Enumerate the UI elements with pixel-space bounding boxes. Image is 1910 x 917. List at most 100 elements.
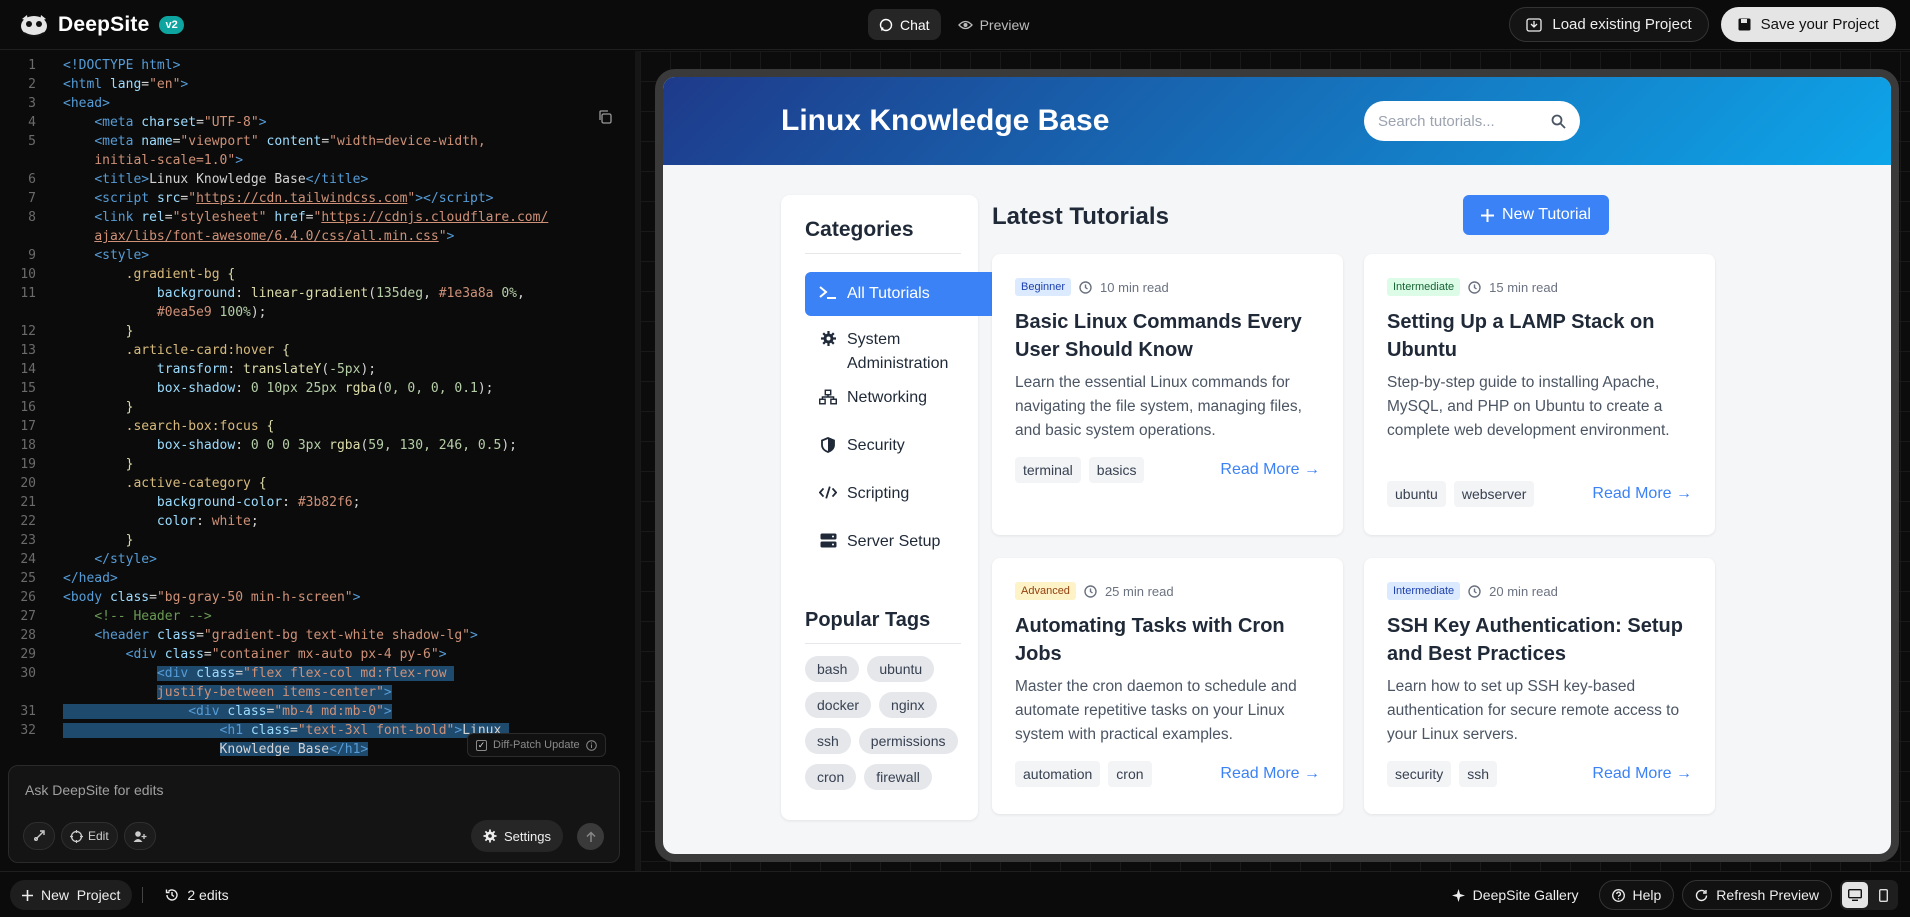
card-tag[interactable]: basics: [1088, 457, 1145, 483]
code-line[interactable]: 25 </head>: [0, 569, 632, 588]
card-title[interactable]: SSH Key Authentication: Setup and Best P…: [1387, 612, 1692, 668]
code-line[interactable]: 14 transform: translateY(-5px);: [0, 360, 632, 379]
tag-pill[interactable]: docker: [805, 692, 872, 718]
code-line[interactable]: 20 .active-category {: [0, 474, 632, 493]
new-project-label: New Project: [41, 887, 121, 903]
code-line[interactable]: 8 <link rel="stylesheet" href="https://c…: [0, 208, 632, 227]
code-line[interactable]: 5 <meta name="viewport" content="width=d…: [0, 132, 632, 151]
code-line[interactable]: 19 }: [0, 455, 632, 474]
chat-icon: [879, 18, 893, 31]
code-line[interactable]: 29 <div class="container mx-auto px-4 py…: [0, 645, 632, 664]
ask-input[interactable]: Ask DeepSite for edits: [25, 782, 164, 798]
gallery-button[interactable]: DeepSite Gallery: [1440, 880, 1591, 910]
load-project-button[interactable]: Load existing Project: [1509, 7, 1709, 42]
send-button[interactable]: [577, 823, 604, 850]
tab-chat[interactable]: Chat: [868, 9, 941, 40]
code-line[interactable]: 1 <!DOCTYPE html>: [0, 56, 632, 75]
history-button[interactable]: 2 edits: [153, 880, 240, 910]
code-line[interactable]: 13 .article-card:hover {: [0, 341, 632, 360]
tutorial-card[interactable]: Intermediate 15 min read Setting Up a LA…: [1364, 254, 1715, 535]
read-more-link[interactable]: Read More →: [1220, 461, 1320, 479]
code-line[interactable]: ajax/libs/font-awesome/6.4.0/css/all.min…: [0, 227, 632, 246]
app-logo[interactable]: DeepSite v2: [18, 13, 184, 37]
card-tag[interactable]: security: [1387, 761, 1452, 787]
plus-icon: [22, 889, 33, 901]
diff-patch-toggle[interactable]: ✓ Diff-Patch Update: [467, 733, 606, 757]
desktop-view-button[interactable]: [1842, 882, 1868, 908]
code-line[interactable]: 9 <style>: [0, 246, 632, 265]
card-title[interactable]: Basic Linux Commands Every User Should K…: [1015, 308, 1320, 364]
code-line[interactable]: 26 <body class="bg-gray-50 min-h-screen">: [0, 588, 632, 607]
card-meta: Advanced 25 min read: [1015, 582, 1174, 600]
card-tag[interactable]: automation: [1015, 761, 1101, 787]
tag-pill[interactable]: permissions: [858, 728, 958, 754]
search-input[interactable]: Search tutorials...: [1364, 101, 1580, 141]
code-line[interactable]: 27 <!-- Header -->: [0, 607, 632, 626]
enhance-button[interactable]: [23, 822, 55, 850]
code-line[interactable]: #0ea5e9 100%);: [0, 303, 632, 322]
checkbox-checked-icon[interactable]: ✓: [476, 739, 487, 751]
category-all-tutorials[interactable]: All Tutorials: [805, 272, 997, 316]
code-line[interactable]: 28 <header class="gradient-bg text-white…: [0, 626, 632, 645]
card-tag[interactable]: cron: [1108, 761, 1152, 787]
card-tag[interactable]: ssh: [1459, 761, 1498, 787]
tutorial-card[interactable]: Advanced 25 min read Automating Tasks wi…: [992, 558, 1343, 814]
new-project-button[interactable]: New Project: [10, 880, 133, 910]
code-line[interactable]: 6 <title>Linux Knowledge Base</title>: [0, 170, 632, 189]
code-line[interactable]: 24 </style>: [0, 550, 632, 569]
code-line[interactable]: 31 <div class="mb-4 md:mb-0">: [0, 702, 632, 721]
code-line[interactable]: 21 background-color: #3b82f6;: [0, 493, 632, 512]
code-line[interactable]: justify-between items-center">: [0, 683, 632, 702]
tag-pill[interactable]: nginx: [879, 692, 937, 718]
tag-pill[interactable]: ubuntu: [867, 656, 935, 682]
code-line[interactable]: 16 }: [0, 398, 632, 417]
category-networking[interactable]: Networking: [805, 376, 997, 420]
tab-chat-label: Chat: [900, 16, 930, 33]
read-more-link[interactable]: Read More →: [1592, 765, 1692, 783]
category-server-setup[interactable]: Server Setup: [805, 520, 997, 564]
card-tag[interactable]: webserver: [1453, 481, 1535, 507]
card-title[interactable]: Setting Up a LAMP Stack on Ubuntu: [1387, 308, 1692, 364]
read-more-link[interactable]: Read More →: [1592, 485, 1692, 503]
code-line[interactable]: initial-scale=1.0">: [0, 151, 632, 170]
code-line[interactable]: 17 .search-box:focus {: [0, 417, 632, 436]
category-scripting[interactable]: Scripting: [805, 472, 997, 516]
code-line[interactable]: 3 <head>: [0, 94, 632, 113]
save-project-button[interactable]: Save your Project: [1720, 7, 1896, 42]
tag-pill[interactable]: bash: [805, 656, 860, 682]
tag-pill[interactable]: ssh: [805, 728, 851, 754]
code-editor[interactable]: 1 <!DOCTYPE html> 2 <html lang="en"> 3 <head>…: [0, 51, 632, 756]
new-tutorial-label: New Tutorial: [1502, 206, 1591, 223]
mobile-view-button[interactable]: [1870, 882, 1896, 908]
card-tag[interactable]: terminal: [1015, 457, 1081, 483]
popular-tags-title: Popular Tags: [805, 609, 931, 631]
read-more-link[interactable]: Read More →: [1220, 765, 1320, 783]
code-line[interactable]: 2 <html lang="en">: [0, 75, 632, 94]
code-line[interactable]: 11 background: linear-gradient(135deg, #…: [0, 284, 632, 303]
tab-preview[interactable]: Preview: [947, 9, 1041, 40]
code-line[interactable]: 18 box-shadow: 0 0 0 3px rgba(59, 130, 2…: [0, 436, 632, 455]
refresh-preview-button[interactable]: Refresh Preview: [1682, 880, 1832, 910]
new-tutorial-button[interactable]: New Tutorial: [1463, 195, 1609, 235]
desktop-icon: [1848, 889, 1862, 901]
settings-button[interactable]: Settings: [471, 820, 563, 852]
code-line[interactable]: 10 .gradient-bg {: [0, 265, 632, 284]
card-title[interactable]: Automating Tasks with Cron Jobs: [1015, 612, 1320, 668]
category-security[interactable]: Security: [805, 424, 997, 468]
code-line[interactable]: 7 <script src="https://cdn.tailwindcss.c…: [0, 189, 632, 208]
code-line[interactable]: 22 color: white;: [0, 512, 632, 531]
code-line[interactable]: 4 <meta charset="UTF-8">: [0, 113, 632, 132]
tutorial-card[interactable]: Beginner 10 min read Basic Linux Command…: [992, 254, 1343, 535]
tag-pill[interactable]: firewall: [864, 764, 932, 790]
card-tag[interactable]: ubuntu: [1387, 481, 1446, 507]
edit-button[interactable]: Edit: [61, 822, 118, 850]
help-button[interactable]: Help: [1598, 880, 1675, 910]
code-line[interactable]: 12 }: [0, 322, 632, 341]
code-line[interactable]: 15 box-shadow: 0 10px 25px rgba(0, 0, 0,…: [0, 379, 632, 398]
copy-icon[interactable]: [597, 109, 613, 125]
code-line[interactable]: 23 }: [0, 531, 632, 550]
tutorial-card[interactable]: Intermediate 20 min read SSH Key Authent…: [1364, 558, 1715, 814]
code-line[interactable]: 30 <div class="flex flex-col md:flex-row: [0, 664, 632, 683]
tag-pill[interactable]: cron: [805, 764, 857, 790]
add-user-button[interactable]: [123, 822, 156, 850]
